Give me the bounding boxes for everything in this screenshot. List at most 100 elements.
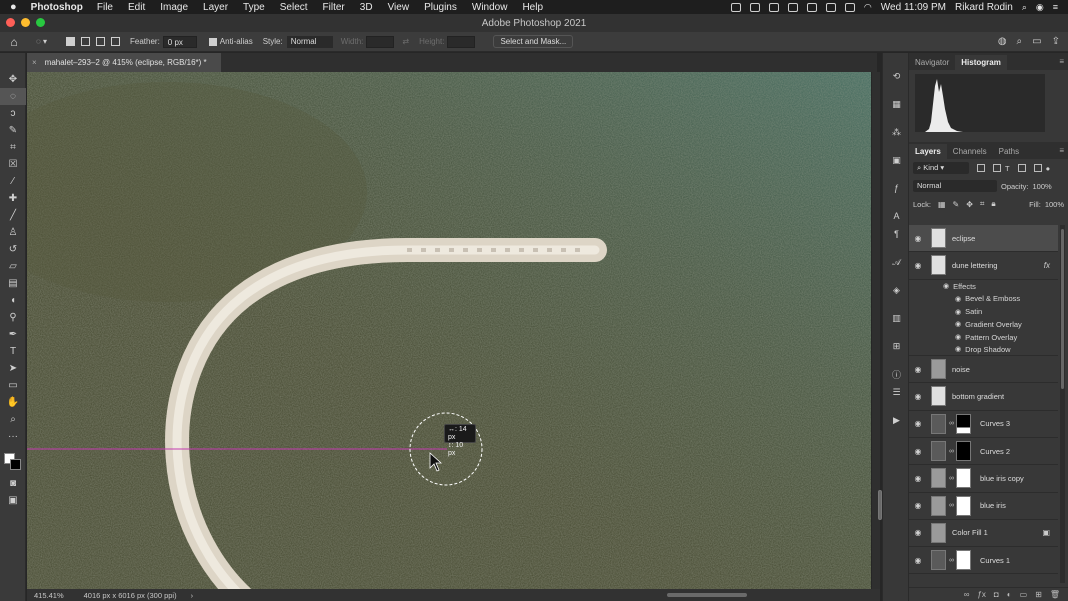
tab-navigator[interactable]: Navigator [909,55,955,70]
menubar-user[interactable]: Rikard Rodin [955,2,1013,13]
zoom-window-button[interactable] [36,18,45,27]
style-select[interactable]: Normal [286,35,333,48]
menu-plugins[interactable]: Plugins [424,2,457,13]
volume-icon[interactable] [806,2,817,12]
visibility-eye-icon[interactable]: ◉ [909,556,927,565]
gradient-tool-icon[interactable]: ▤ [0,275,26,292]
styles-panel-icon[interactable]: ƒ [883,179,910,197]
visibility-eye-icon[interactable]: ◉ [909,501,927,510]
siri-icon[interactable]: ◉ [1036,2,1044,13]
search-icon[interactable]: ⌕ [1017,36,1023,47]
filter-pixel-icon[interactable] [977,164,985,172]
mask-link-icon[interactable]: ∞ [949,502,954,509]
close-window-button[interactable] [6,18,15,27]
add-mask-icon[interactable]: ◘ [994,590,999,599]
brush-tool-icon[interactable]: ╱ [0,207,26,224]
filter-smart-object-icon[interactable] [1033,164,1042,172]
delete-layer-icon[interactable]: 🗑︎ [1050,590,1060,599]
menu-help[interactable]: Help [522,2,543,13]
effect-row[interactable]: ◉ Drop Shadow [909,343,1058,357]
filter-type-icon[interactable]: T [1005,164,1010,173]
type-tool-icon[interactable]: T [0,343,26,360]
menu-edit[interactable]: Edit [128,2,145,13]
menu-layer[interactable]: Layer [203,2,228,13]
visibility-eye-icon[interactable]: ◉ [909,392,927,401]
menubar-clock[interactable]: Wed 11:09 PM [881,2,946,13]
spot-healing-tool-icon[interactable]: ✚ [0,190,26,207]
menu-file[interactable]: File [97,2,113,13]
info-panel-icon[interactable]: ⓘ [883,365,910,383]
layer-row[interactable]: ◉ noise [909,356,1058,384]
share-icon[interactable]: ⇪ [1052,36,1060,47]
spotlight-search-icon[interactable]: ⌕ [1022,2,1027,13]
battery-icon[interactable] [844,2,855,12]
glyphs-panel-icon[interactable]: 𝒜 [883,253,910,271]
add-to-selection-icon[interactable] [81,37,90,46]
layer-row[interactable]: ◉ ∞ Curves 2 [909,438,1058,466]
horizontal-scroll-thumb[interactable] [667,593,747,597]
swatches-panel-icon[interactable]: ▦ [883,95,910,113]
layer-row[interactable]: ◉ eclipse [909,225,1058,253]
bluetooth-icon[interactable] [825,2,836,12]
tab-paths[interactable]: Paths [993,144,1025,159]
effect-eye-icon[interactable]: ◉ [955,333,961,341]
menu-window[interactable]: Window [472,2,508,13]
blur-tool-icon[interactable]: ◖ [0,292,26,309]
screen-mode-icon[interactable]: ▣ [0,492,26,509]
swap-icon[interactable]: ⇄ [402,37,409,46]
home-icon[interactable]: ⌂ [0,35,28,49]
lock-position-icon[interactable]: ✥ [966,200,973,209]
menu-filter[interactable]: Filter [323,2,345,13]
effects-heading-row[interactable]: ◉ Effects [909,280,1058,293]
eraser-tool-icon[interactable]: ▱ [0,258,26,275]
control-center-icon[interactable]: ≡ [1053,2,1058,12]
layer-mask-thumbnail[interactable] [956,441,971,462]
apple-menu-icon[interactable]: ● [10,1,17,13]
fill-value[interactable]: 100% [1045,200,1064,209]
wifi-icon[interactable]: ◠ [864,2,872,13]
visibility-eye-icon[interactable]: ◉ [909,234,927,243]
frame-tool-icon[interactable]: ☒ [0,156,26,173]
lock-artboard-icon[interactable]: ⌗ [980,199,985,209]
hand-tool-icon[interactable]: ✋ [0,394,26,411]
clone-stamp-tool-icon[interactable]: ♙ [0,224,26,241]
canvas-vertical-scrollbar[interactable] [872,72,882,589]
menu-view[interactable]: View [388,2,410,13]
visibility-eye-icon[interactable]: ◉ [909,474,927,483]
mask-link-icon[interactable]: ∞ [949,557,954,564]
effect-eye-icon[interactable]: ◉ [955,345,961,353]
zoom-tool-icon[interactable]: ⌕ [0,411,26,428]
layer-row[interactable]: ◉ dune lettering fx [909,252,1058,280]
layer-mask-thumbnail[interactable] [956,495,971,516]
add-style-icon[interactable]: ƒx [977,590,985,599]
path-selection-tool-icon[interactable]: ➤ [0,360,26,377]
layer-effects-badge[interactable]: fx [1044,261,1050,270]
effect-row[interactable]: ◉ Gradient Overlay [909,318,1058,331]
effect-row[interactable]: ◉ Bevel & Emboss [909,293,1058,306]
move-tool-icon[interactable]: ✥ [0,71,26,88]
feather-input[interactable]: 0 px [162,35,197,48]
smart-filter-icon[interactable]: ▣ [1042,528,1050,537]
opacity-value[interactable]: 100% [1033,182,1052,191]
layer-mask-thumbnail[interactable] [956,468,971,489]
select-and-mask-button[interactable]: Select and Mask... [493,35,574,48]
visibility-eye-icon[interactable]: ◉ [909,419,927,428]
effect-eye-icon[interactable]: ◉ [955,308,961,316]
visibility-eye-icon[interactable]: ◉ [909,528,927,537]
dropbox-icon[interactable] [730,2,741,12]
height-input[interactable] [447,35,476,48]
layer-row[interactable]: ◉ ∞ blue iris [909,493,1058,520]
character-panel-icon[interactable]: A [883,207,910,225]
close-document-icon[interactable]: × [32,58,37,67]
effect-row[interactable]: ◉ Satin [909,305,1058,318]
new-adjustment-icon[interactable]: ◐ [1007,590,1012,599]
effect-eye-icon[interactable]: ◉ [955,295,961,303]
app-menu[interactable]: Photoshop [31,2,83,13]
patterns-panel-icon[interactable]: ⊞ [883,337,910,355]
pen-tool-icon[interactable]: ✒ [0,326,26,343]
status-menu-icon[interactable]: › [191,591,194,600]
effect-eye-icon[interactable]: ◉ [955,320,961,328]
visibility-eye-icon[interactable]: ◉ [909,261,927,270]
antialias-checkbox[interactable] [208,37,217,46]
layers-panel-menu-icon[interactable]: ≡ [1059,146,1064,155]
